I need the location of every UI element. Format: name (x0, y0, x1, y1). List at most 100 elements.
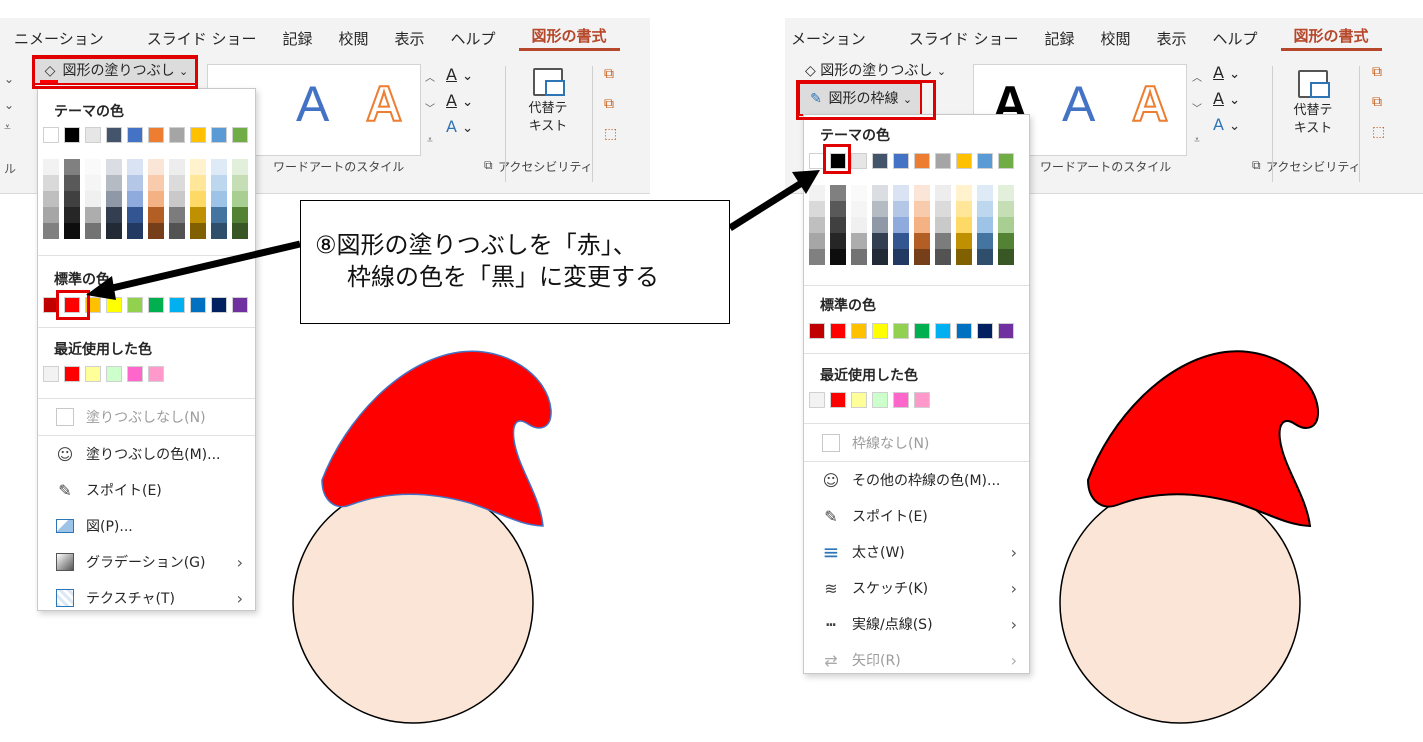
no-outline-item[interactable]: 枠線なし(N) (804, 425, 1029, 461)
shade-swatch[interactable] (956, 249, 972, 265)
shade-swatch[interactable] (127, 175, 143, 191)
dialog-launcher-icon[interactable]: ⧉ (1252, 158, 1261, 173)
scroll-up-icon[interactable]: ︿ (1192, 64, 1202, 94)
picture-item[interactable]: 図(P)... (38, 508, 255, 544)
text-fill-button[interactable]: A ⌄ (1213, 62, 1240, 84)
theme-color-swatch[interactable] (85, 127, 101, 143)
shade-swatch[interactable] (148, 191, 164, 207)
recent-color-swatch[interactable] (893, 392, 909, 408)
shade-swatch[interactable] (148, 207, 164, 223)
selection-pane-icon[interactable]: ⬚ (1372, 122, 1385, 142)
shade-swatch[interactable] (232, 223, 248, 239)
shade-swatch[interactable] (872, 185, 888, 201)
text-fill-button[interactable]: A ⌄ (446, 64, 473, 86)
shade-swatch[interactable] (809, 233, 825, 249)
shade-swatch[interactable] (106, 223, 122, 239)
recent-color-swatch[interactable] (127, 366, 143, 382)
tab-animation[interactable]: メーション (785, 28, 879, 49)
standard-color-swatch[interactable] (956, 323, 972, 339)
shade-swatch[interactable] (830, 217, 846, 233)
shade-swatch[interactable] (935, 217, 951, 233)
shade-swatch[interactable] (998, 217, 1014, 233)
shade-swatch[interactable] (190, 223, 206, 239)
shade-swatch[interactable] (914, 249, 930, 265)
shade-swatch[interactable] (169, 191, 185, 207)
send-backward-icon[interactable]: ⧉ (604, 94, 617, 114)
shade-swatch[interactable] (956, 185, 972, 201)
shade-swatch[interactable] (998, 185, 1014, 201)
standard-color-swatch[interactable] (893, 323, 909, 339)
recent-color-swatch[interactable] (43, 366, 59, 382)
shade-swatch[interactable] (809, 249, 825, 265)
tab-record[interactable]: 記録 (269, 28, 325, 49)
theme-color-swatch[interactable] (232, 127, 248, 143)
shade-swatch[interactable] (232, 175, 248, 191)
tab-review[interactable]: 校閲 (1088, 28, 1144, 49)
shade-swatch[interactable] (935, 201, 951, 217)
shade-swatch[interactable] (998, 201, 1014, 217)
shade-swatch[interactable] (127, 207, 143, 223)
shade-swatch[interactable] (956, 201, 972, 217)
theme-color-swatch[interactable] (211, 127, 227, 143)
shade-swatch[interactable] (232, 207, 248, 223)
tab-slideshow[interactable]: スライド ショー (879, 28, 1032, 49)
shade-swatch[interactable] (211, 159, 227, 175)
shade-swatch[interactable] (127, 223, 143, 239)
standard-color-swatch[interactable] (190, 297, 206, 313)
shade-swatch[interactable] (211, 191, 227, 207)
theme-color-swatch[interactable] (872, 153, 888, 169)
recent-color-swatch[interactable] (106, 366, 122, 382)
shade-swatch[interactable] (148, 159, 164, 175)
send-backward-icon[interactable]: ⧉ (1372, 92, 1385, 112)
shade-swatch[interactable] (914, 185, 930, 201)
gallery-scroll[interactable]: ︿ ﹀ ⩡ (1190, 64, 1204, 156)
shade-swatch[interactable] (106, 175, 122, 191)
shade-swatch[interactable] (809, 185, 825, 201)
dashes-item[interactable]: ┅ 実線/点線(S) › (804, 606, 1029, 642)
alt-text-button[interactable]: 代替テ キスト (512, 68, 584, 136)
standard-color-swatch[interactable] (914, 323, 930, 339)
gallery-scroll[interactable]: ︿ ﹀ ⩡ (423, 64, 437, 156)
shade-swatch[interactable] (893, 233, 909, 249)
shade-swatch[interactable] (85, 159, 101, 175)
shade-swatch[interactable] (872, 217, 888, 233)
collapsed-control[interactable]: ⩡ (4, 120, 11, 135)
shape-fill-button[interactable]: ◇ 図形の塗りつぶし ⌄ (805, 60, 946, 80)
recent-color-swatch[interactable] (148, 366, 164, 382)
shade-swatch[interactable] (43, 207, 59, 223)
tab-shape-format[interactable]: 図形の書式 (1280, 25, 1382, 51)
shade-swatch[interactable] (190, 175, 206, 191)
shade-swatch[interactable] (148, 223, 164, 239)
weight-item[interactable]: ≡ 太さ(W) › (804, 534, 1029, 570)
collapsed-control[interactable]: ⌄ (4, 72, 14, 86)
shade-swatch[interactable] (977, 233, 993, 249)
shade-swatch[interactable] (935, 233, 951, 249)
recent-color-swatch[interactable] (809, 392, 825, 408)
shade-swatch[interactable] (85, 223, 101, 239)
standard-color-swatch[interactable] (851, 323, 867, 339)
shade-swatch[interactable] (43, 175, 59, 191)
standard-color-swatch[interactable] (148, 297, 164, 313)
more-icon[interactable]: ⩡ (427, 126, 433, 156)
theme-color-swatch[interactable] (127, 127, 143, 143)
theme-color-swatch[interactable] (148, 127, 164, 143)
shade-swatch[interactable] (893, 185, 909, 201)
shade-swatch[interactable] (106, 159, 122, 175)
shade-swatch[interactable] (85, 207, 101, 223)
shade-swatch[interactable] (872, 233, 888, 249)
shade-swatch[interactable] (935, 185, 951, 201)
tab-record[interactable]: 記録 (1031, 28, 1087, 49)
recent-color-swatch[interactable] (914, 392, 930, 408)
shade-swatch[interactable] (169, 223, 185, 239)
shade-swatch[interactable] (830, 249, 846, 265)
shade-swatch[interactable] (914, 217, 930, 233)
shade-swatch[interactable] (851, 201, 867, 217)
shade-swatch[interactable] (872, 249, 888, 265)
theme-color-swatch[interactable] (190, 127, 206, 143)
shade-swatch[interactable] (232, 159, 248, 175)
wordart-style-blue[interactable]: A (1062, 75, 1095, 133)
bring-forward-icon[interactable]: ⧉ (604, 64, 617, 84)
theme-color-swatch[interactable] (935, 153, 951, 169)
more-outline-colors-item[interactable]: ☺ その他の枠線の色(M)... (804, 462, 1029, 498)
shade-swatch[interactable] (977, 249, 993, 265)
